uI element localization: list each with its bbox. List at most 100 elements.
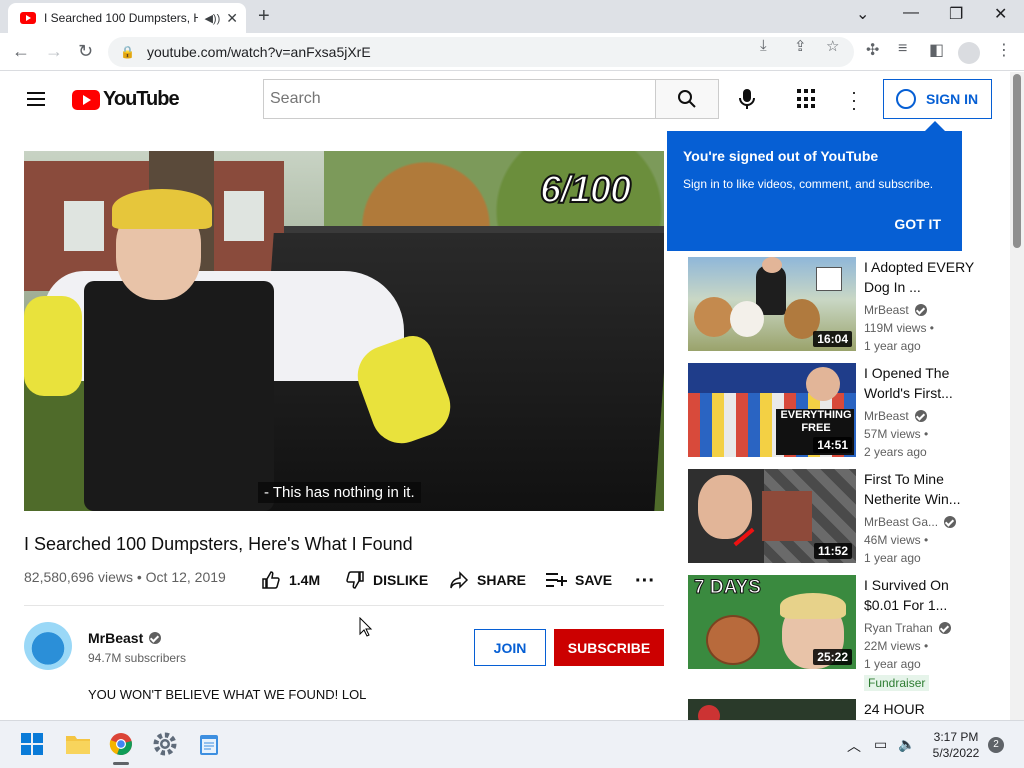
tray-chevron-up-icon[interactable]: ︿ [847, 736, 861, 756]
more-actions-icon[interactable]: ··· [635, 570, 655, 593]
recommendation-title[interactable]: 24 HOUR [864, 699, 974, 719]
recommendation-title[interactable]: I Opened The World's First... [864, 363, 974, 403]
taskbar-clock[interactable]: 3:17 PM 5/3/2022 [928, 729, 984, 761]
recommendation-channel[interactable]: MrBeast [864, 303, 927, 317]
dislike-button[interactable]: DISLIKE [345, 570, 428, 590]
maximize-icon[interactable]: ❐ [949, 4, 963, 24]
recommendation-thumbnail[interactable]: 7 DAYS 25:22 [688, 575, 856, 669]
recommendation-item[interactable]: 11:52 First To Mine Netherite Win... MrB… [688, 469, 978, 565]
page-scrollbar[interactable] [1010, 72, 1024, 720]
notification-count-badge[interactable]: 2 [988, 737, 1004, 753]
side-panel-icon[interactable]: ◧ [929, 40, 944, 60]
video-duration: 14:51 [813, 437, 852, 453]
section-divider [24, 605, 664, 606]
recommendation-thumbnail[interactable]: 16:04 [688, 257, 856, 351]
minimize-icon[interactable]: — [903, 4, 919, 22]
volume-icon[interactable]: 🔈 [898, 736, 915, 753]
recommendation-channel[interactable]: MrBeast Ga... [864, 515, 957, 529]
search-input[interactable] [263, 79, 656, 119]
network-icon[interactable]: ▭ [874, 736, 887, 753]
recommendation-title[interactable]: First To Mine Netherite Win... [864, 469, 974, 509]
video-duration: 11:52 [813, 543, 852, 559]
verified-check-icon [944, 516, 957, 528]
thumbnail-text: 7 DAYS [694, 577, 762, 599]
recommendation-views: 22M views • [864, 639, 929, 653]
account-icon [896, 89, 916, 109]
recommendation-channel[interactable]: Ryan Trahan [864, 621, 951, 635]
browser-toolbar: ← → ↻ 🔒 youtube.com/watch?v=anFxsa5jXrE … [0, 33, 1024, 71]
got-it-button[interactable]: GOT IT [894, 216, 941, 232]
clock-date: 5/3/2022 [932, 746, 980, 760]
recommendation-title[interactable]: I Adopted EVERY Dog In ... [864, 257, 974, 297]
browser-menu-icon[interactable]: ⋮ [996, 40, 1012, 60]
yellow-cap [112, 189, 212, 229]
address-bar[interactable]: 🔒 youtube.com/watch?v=anFxsa5jXrE [108, 37, 854, 67]
share-button[interactable]: SHARE [449, 570, 526, 590]
media-control-icon[interactable]: ≡ [898, 40, 907, 58]
video-player[interactable]: 6/100 - This has nothing in it. [24, 151, 664, 511]
sign-in-button[interactable]: SIGN IN [883, 79, 992, 119]
verified-check-icon [938, 622, 951, 634]
notepad-icon[interactable] [198, 732, 222, 756]
hamburger-menu-icon[interactable] [27, 92, 45, 106]
bookmark-star-icon[interactable]: ☆ [826, 37, 839, 55]
tab-close-icon[interactable]: ✕ [226, 10, 238, 27]
clock-time: 3:17 PM [933, 730, 979, 744]
recommendation-views: 57M views • [864, 427, 929, 441]
recommendation-thumbnail[interactable]: EVERYTHING FREE 14:51 [688, 363, 856, 457]
browser-tab[interactable]: I Searched 100 Dumpsters, Here's What I … [8, 3, 246, 33]
recommendation-title[interactable]: I Survived On $0.01 For 1... [864, 575, 974, 615]
recommendation-thumbnail[interactable] [688, 699, 856, 720]
share-page-icon[interactable]: ⇪ [794, 37, 807, 55]
join-button[interactable]: JOIN [474, 629, 546, 666]
new-tab-icon[interactable]: + [258, 5, 270, 28]
logo-text: YouTube [103, 88, 180, 110]
settings-gear-icon[interactable] [153, 732, 177, 756]
like-count: 1.4M [289, 572, 321, 588]
voice-search-button[interactable] [732, 84, 762, 114]
tab-audio-icon[interactable]: ◀)) [204, 12, 220, 25]
youtube-favicon-icon [20, 12, 36, 24]
subscribe-button[interactable]: SUBSCRIBE [554, 629, 664, 666]
video-duration: 25:22 [813, 649, 852, 665]
video-counter-overlay: 6/100 [539, 168, 632, 212]
file-explorer-icon[interactable] [65, 732, 90, 756]
recommendation-channel[interactable]: MrBeast [864, 409, 927, 423]
search-button[interactable] [655, 79, 719, 119]
recommendation-item[interactable]: 7 DAYS 25:22 I Survived On $0.01 For 1..… [688, 575, 978, 695]
subscriber-count: 94.7M subscribers [88, 651, 187, 665]
signed-out-popup: You're signed out of YouTube Sign in to … [667, 121, 962, 251]
search-icon [678, 90, 696, 108]
settings-more-icon[interactable]: · · · [848, 83, 860, 117]
like-button[interactable]: 1.4M [261, 570, 320, 590]
chrome-icon[interactable] [109, 732, 133, 756]
recommendation-age: 1 year ago [864, 551, 921, 565]
youtube-logo[interactable]: YouTube [72, 88, 180, 111]
save-button[interactable]: SAVE [545, 570, 612, 590]
video-subtitle: - This has nothing in it. [258, 482, 421, 503]
reload-icon[interactable]: ↻ [78, 41, 93, 62]
recommendation-thumbnail[interactable]: 11:52 [688, 469, 856, 563]
lock-icon[interactable]: 🔒 [120, 45, 135, 59]
install-app-icon[interactable]: ⤓ [760, 37, 767, 54]
dislike-label: DISLIKE [373, 572, 429, 588]
recommendation-item[interactable]: 24 HOUR [688, 699, 978, 720]
youtube-header: YouTube ··· SIGN IN [0, 72, 1010, 128]
profile-avatar-icon[interactable] [958, 42, 980, 64]
tab-search-icon[interactable]: ⌄ [856, 4, 869, 24]
extensions-puzzle-icon[interactable]: ✣ [866, 40, 879, 60]
recommendation-item[interactable]: 16:04 I Adopted EVERY Dog In ... MrBeast… [688, 257, 978, 353]
windows-start-icon[interactable] [20, 732, 44, 756]
video-description: YOU WON'T BELIEVE WHAT WE FOUND! LOL [88, 687, 367, 702]
channel-avatar[interactable] [24, 622, 72, 670]
channel-name-row[interactable]: MrBeast [88, 630, 162, 646]
scrollbar-thumb[interactable] [1013, 74, 1021, 248]
forward-arrow-icon[interactable]: → [45, 41, 63, 62]
back-arrow-icon[interactable]: ← [12, 41, 30, 62]
video-title: I Searched 100 Dumpsters, Here's What I … [24, 534, 413, 554]
apps-grid-icon[interactable] [797, 89, 817, 109]
window-close-icon[interactable]: ✕ [994, 4, 1007, 24]
thumbs-down-icon [346, 571, 364, 589]
recommendation-item[interactable]: EVERYTHING FREE 14:51 I Opened The World… [688, 363, 978, 459]
mouse-cursor-icon [359, 617, 373, 637]
